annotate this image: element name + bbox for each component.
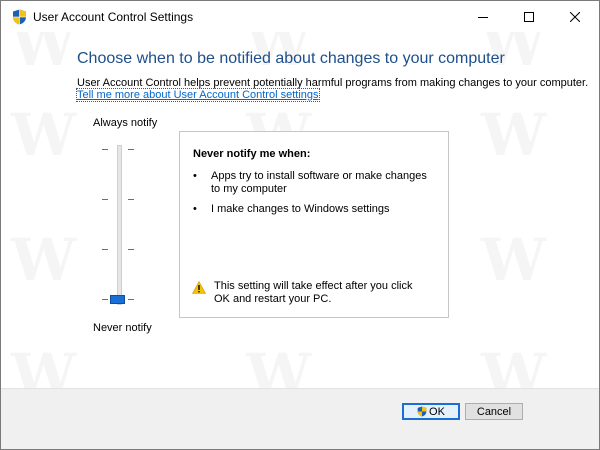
list-item: • I make changes to Windows settings [193,203,431,216]
bullet-text: Apps try to install software or make cha… [211,170,427,195]
page-heading: Choose when to be notified about changes… [77,50,505,67]
uac-shield-icon [417,406,427,417]
slider-track [117,145,122,305]
description-text: User Account Control helps prevent poten… [77,77,589,89]
maximize-icon [524,11,534,22]
slider-tick [128,149,134,150]
minimize-button[interactable] [460,1,506,32]
cancel-button-label: Cancel [476,405,512,418]
minimize-icon [478,16,488,18]
slider-bottom-label: Never notify [93,322,152,334]
uac-shield-icon [13,9,26,25]
close-button[interactable] [552,1,598,32]
ok-button-label: OK [429,405,445,418]
cancel-button[interactable]: Cancel [465,403,523,420]
warning-text: This setting will take effect after you … [214,280,413,305]
slider-top-label: Always notify [93,117,158,129]
slider-tick [128,299,134,300]
close-icon [570,11,580,22]
dialog-footer: OK Cancel [1,388,599,449]
slider-tick [102,149,108,150]
list-item: • Apps try to install software or make c… [193,170,431,196]
bullet-text: I make changes to Windows settings [211,203,390,215]
ok-button[interactable]: OK [402,403,460,420]
slider-tick [128,199,134,200]
title-bar: User Account Control Settings [1,1,599,32]
learn-more-link[interactable]: Tell me more about User Account Control … [76,88,320,102]
notification-level-slider[interactable] [98,141,143,311]
setting-description-panel: Never notify me when: • Apps try to inst… [179,131,449,318]
slider-thumb[interactable] [110,295,125,304]
maximize-button[interactable] [506,1,552,32]
slider-tick [128,249,134,250]
slider-tick [102,249,108,250]
slider-tick [102,299,108,300]
window-title: User Account Control Settings [33,10,194,24]
uac-settings-window: W W W W W W W W W W W W User Account Con… [0,0,600,450]
warning-message: This setting will take effect after you … [192,280,429,306]
panel-title: Never notify me when: [193,148,311,160]
slider-tick [102,199,108,200]
warning-triangle-icon [192,281,206,294]
